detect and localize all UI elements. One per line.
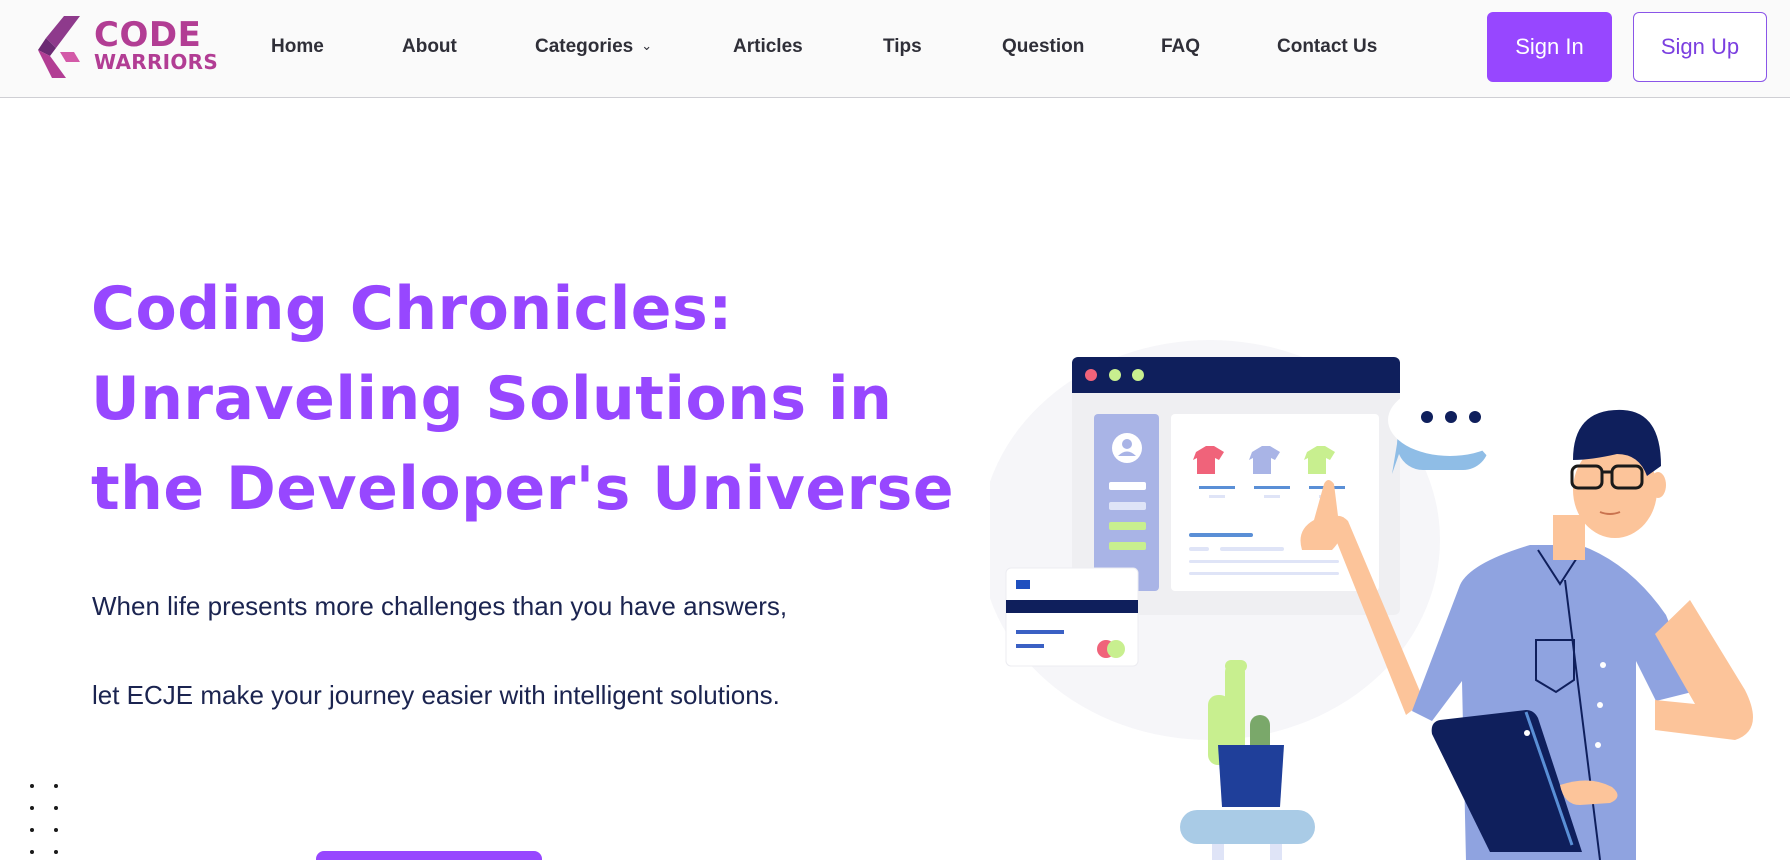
- cta-button[interactable]: [316, 851, 542, 860]
- sign-in-button[interactable]: Sign In: [1487, 12, 1612, 82]
- credit-card-icon: [1005, 567, 1139, 667]
- hero-title-line: Unraveling Solutions in: [91, 364, 893, 434]
- logo-mark-icon: [38, 16, 80, 78]
- nav-articles[interactable]: Articles: [733, 36, 803, 58]
- hero-title-line: Coding Chronicles:: [91, 274, 733, 344]
- brand-logo[interactable]: CODE WARRIORS: [32, 14, 218, 80]
- brand-line2: WARRIORS: [94, 50, 219, 74]
- nav-contact-us[interactable]: Contact Us: [1277, 36, 1377, 58]
- brand-wordmark: CODE WARRIORS: [94, 18, 218, 72]
- nav-faq[interactable]: FAQ: [1161, 36, 1200, 58]
- nav-tips[interactable]: Tips: [883, 36, 922, 58]
- nav-home[interactable]: Home: [271, 36, 324, 58]
- brand-line1: CODE: [94, 15, 202, 55]
- site-header: CODE WARRIORS Home About Categories ⌄ Art…: [0, 0, 1790, 98]
- window-close-dot: [1085, 369, 1097, 381]
- hero-illustration: [990, 340, 1753, 860]
- nav-about[interactable]: About: [402, 36, 457, 58]
- chat-bubble-icon: [1388, 384, 1512, 474]
- nav-categories-label: Categories: [535, 36, 634, 57]
- chevron-down-icon: ⌄: [641, 38, 653, 53]
- hero-subtitle-line: When life presents more challenges than …: [92, 591, 788, 621]
- nav-question[interactable]: Question: [1002, 36, 1084, 58]
- hero-title-line: the Developer's Universe: [91, 454, 955, 524]
- nav-categories[interactable]: Categories ⌄: [535, 36, 652, 58]
- hero-title: Coding Chronicles: Unraveling Solutions …: [91, 264, 971, 534]
- sign-up-button[interactable]: Sign Up: [1633, 12, 1767, 82]
- hero-subtitle-line: let ECJE make your journey easier with i…: [92, 680, 780, 710]
- decorative-dot-grid: [24, 780, 64, 860]
